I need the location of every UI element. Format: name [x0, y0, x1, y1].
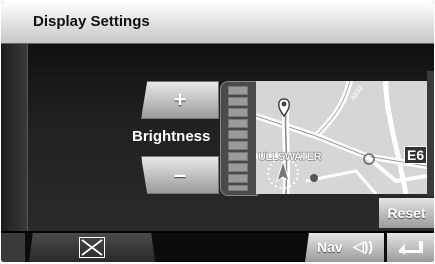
meter-segment [228, 119, 248, 128]
brightness-decrease-button[interactable]: – [141, 156, 219, 194]
brightness-label: Brightness [132, 128, 211, 145]
bottom-left-panel [1, 233, 25, 262]
header-bar: Display Settings [1, 1, 434, 44]
back-button[interactable] [387, 233, 434, 262]
meter-segment [228, 174, 248, 183]
meter-segment [228, 185, 248, 191]
nav-label: Nav [317, 239, 343, 255]
map-road-label: ULLSWATER [258, 151, 322, 163]
map-roads: A592 [256, 81, 427, 194]
display-settings-screen: Display Settings + Brightness – A592 ULL… [1, 1, 434, 262]
close-icon [79, 237, 105, 258]
meter-segment [228, 141, 248, 150]
close-button[interactable] [29, 233, 155, 262]
meter-segment [228, 97, 248, 106]
route-badge: E6 [404, 146, 427, 164]
right-edge-panel [427, 71, 434, 196]
nav-button[interactable]: Nav ◁)) [305, 233, 384, 262]
meter-segment [228, 108, 248, 117]
brightness-level-meter [220, 81, 258, 196]
meter-segment [228, 86, 248, 95]
page-title: Display Settings [33, 13, 150, 30]
meter-segment [228, 163, 248, 172]
meter-segment [228, 152, 248, 161]
reset-button[interactable]: Reset [379, 198, 434, 228]
speaker-icon: ◁)) [353, 238, 374, 254]
back-arrow-icon [399, 241, 423, 255]
meter-segment [228, 130, 248, 139]
map-preview: A592 ULLSWATER E6 [256, 81, 427, 194]
left-side-panel [1, 44, 28, 231]
brightness-increase-button[interactable]: + [141, 81, 219, 119]
